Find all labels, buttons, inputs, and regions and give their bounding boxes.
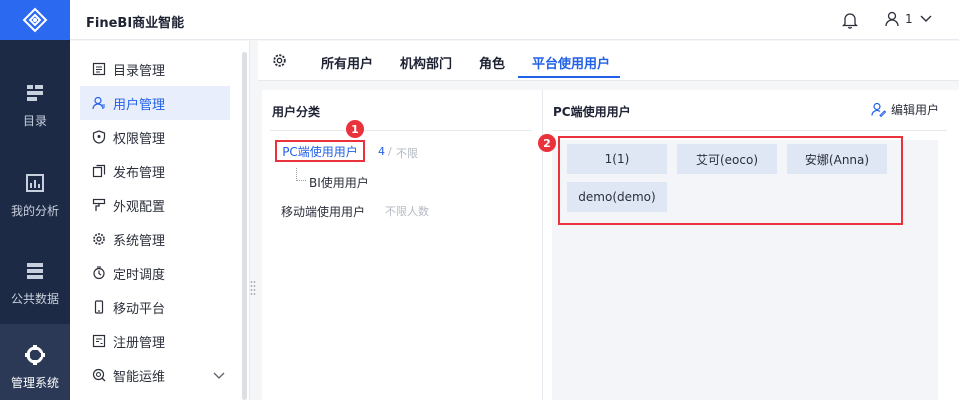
logo[interactable]	[0, 0, 70, 40]
chevron-down-icon[interactable]	[212, 371, 226, 381]
tab-bar: 所有用户 机构部门 角色 平台使用用户	[258, 41, 959, 81]
catalog-icon	[27, 84, 43, 101]
submenu-scrollbar[interactable]	[242, 52, 247, 400]
tab-roles[interactable]: 角色	[479, 53, 505, 72]
mobile-user-limit: 不限人数	[385, 205, 429, 218]
catalog-manage-icon	[92, 62, 106, 76]
menu-label: 用户管理	[113, 97, 166, 113]
tab-all-users[interactable]: 所有用户	[321, 53, 373, 72]
category-pc-users[interactable]: PC端使用用户	[275, 140, 365, 162]
menu-label: 系统管理	[113, 233, 166, 249]
user-icon	[885, 11, 899, 27]
schedule-icon	[93, 266, 105, 280]
menu-item-permission[interactable]: 权限管理	[80, 120, 230, 154]
pc-count-separator: /	[388, 145, 392, 158]
rail-item-analysis[interactable]: 我的分析	[0, 152, 70, 238]
finebi-logo-icon	[22, 7, 48, 33]
active-tab-indicator	[518, 76, 620, 78]
system-icon	[93, 233, 105, 245]
menu-label: 权限管理	[113, 131, 166, 147]
app-root: 目录 我的分析 公共数据 管理系统 FineBI商业智能 1 目录管理 用户管理…	[0, 0, 959, 400]
drag-handle-icon[interactable]	[250, 280, 256, 296]
ops-icon	[92, 368, 106, 382]
tab-platform-users[interactable]: 平台使用用户	[532, 53, 610, 72]
menu-label: 外观配置	[113, 199, 166, 215]
user-name: 1	[905, 12, 913, 26]
menu-item-schedule[interactable]: 定时调度	[80, 256, 230, 290]
annotation-badge-1: 1	[346, 120, 364, 138]
category-panel	[262, 90, 542, 400]
menu-label: 定时调度	[113, 267, 166, 283]
rail-item-catalog[interactable]: 目录	[0, 62, 70, 148]
divider	[552, 130, 947, 131]
menu-item-appearance[interactable]: 外观配置	[80, 188, 230, 222]
management-submenu: 目录管理 用户管理 权限管理 发布管理 外观配置 系统管理 定时调度 移动平台	[70, 41, 250, 400]
divider	[270, 130, 532, 131]
menu-label: 发布管理	[113, 165, 166, 181]
pc-user-limit: 不限	[396, 147, 418, 160]
app-title: FineBI商业智能	[86, 16, 185, 31]
appearance-icon	[92, 198, 106, 211]
edit-user-icon	[871, 102, 886, 117]
public-data-icon	[27, 262, 43, 279]
menu-label: 智能运维	[113, 369, 166, 385]
permission-icon	[92, 130, 106, 144]
menu-label: 目录管理	[113, 63, 166, 79]
annotation-badge-2: 2	[538, 134, 556, 152]
management-icon	[25, 344, 45, 365]
pc-user-count: 4	[378, 145, 385, 158]
category-panel-title: 用户分类	[272, 105, 321, 119]
bell-icon[interactable]	[842, 11, 858, 29]
user-chip[interactable]: 1(1)	[567, 144, 667, 174]
rail-item-public-data[interactable]: 公共数据	[0, 240, 70, 326]
user-menu[interactable]: 1	[885, 11, 939, 27]
menu-item-publish[interactable]: 发布管理	[80, 154, 230, 188]
menu-item-ops[interactable]: 智能运维	[80, 358, 230, 392]
edit-users-button[interactable]: 编辑用户	[871, 101, 939, 118]
rail-item-management[interactable]: 管理系统	[0, 324, 70, 400]
left-rail: 目录 我的分析 公共数据 管理系统	[0, 0, 70, 400]
menu-item-register[interactable]: 注册管理	[80, 324, 230, 358]
tree-connector	[296, 168, 306, 181]
chevron-down-icon	[920, 15, 932, 22]
menu-label: 注册管理	[113, 335, 166, 351]
user-list-panel-title: PC端使用用户	[553, 105, 631, 119]
rail-label-management: 管理系统	[10, 375, 59, 390]
tab-departments[interactable]: 机构部门	[400, 53, 452, 72]
register-icon	[92, 334, 106, 348]
menu-item-catalog-manage[interactable]: 目录管理	[80, 52, 230, 86]
settings-icon[interactable]	[272, 53, 287, 68]
top-header: FineBI商业智能 1	[70, 0, 959, 40]
rail-label-analysis: 我的分析	[10, 203, 59, 218]
mobile-icon	[94, 300, 104, 314]
rail-label-catalog: 目录	[22, 113, 47, 128]
rail-label-public-data: 公共数据	[10, 291, 59, 306]
menu-label: 移动平台	[113, 301, 166, 317]
publish-icon	[92, 164, 106, 178]
menu-item-mobile[interactable]: 移动平台	[80, 290, 230, 324]
category-mobile-users[interactable]: 移动端使用用户	[281, 203, 365, 220]
analysis-icon	[26, 173, 44, 192]
edit-users-label: 编辑用户	[891, 103, 940, 117]
menu-item-system[interactable]: 系统管理	[80, 222, 230, 256]
user-manage-icon	[92, 96, 105, 110]
category-bi-users[interactable]: BI使用用户	[309, 174, 369, 191]
menu-item-user-manage[interactable]: 用户管理	[80, 86, 230, 120]
user-chip[interactable]: demo(demo)	[567, 182, 667, 212]
user-chip[interactable]: 艾可(eoco)	[677, 144, 777, 174]
user-chip[interactable]: 安娜(Anna)	[787, 144, 887, 174]
